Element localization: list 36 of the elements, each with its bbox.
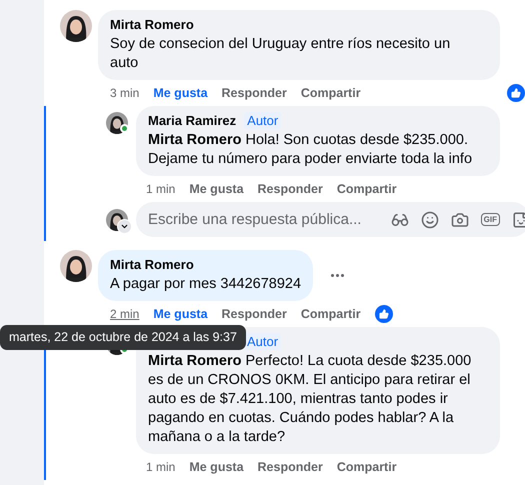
author-badge: Autor — [244, 333, 282, 350]
author-name[interactable]: Mirta Romero — [110, 16, 194, 33]
timestamp[interactable]: 1 min — [146, 182, 176, 196]
comment-text: A pagar por mes 3442678924 — [110, 275, 302, 294]
author-name[interactable]: Maria Ramirez — [148, 112, 236, 129]
author-badge: Autor — [244, 112, 282, 129]
action-link[interactable]: Me gusta — [153, 307, 208, 321]
action-link[interactable]: Responder — [258, 182, 323, 196]
reply-input-field[interactable]: Escribe una respuesta pública... GIF — [136, 202, 525, 237]
emoji-icon[interactable] — [420, 210, 439, 228]
action-link[interactable]: Compartir — [336, 182, 397, 196]
timestamp[interactable]: 2 min — [110, 307, 140, 321]
reply-text: Mirta Romero Hola! Son cuotas desde $235.000. Dejame tu número para poder enviarte toda la info — [148, 131, 474, 169]
caret-icon[interactable] — [117, 218, 132, 234]
action-link[interactable]: Me gusta — [189, 460, 244, 474]
timestamp[interactable]: 1 min — [146, 460, 176, 474]
avatar — [60, 10, 92, 42]
sticker-icon[interactable] — [512, 210, 525, 228]
action-link[interactable]: Responder — [222, 307, 287, 321]
action-link[interactable]: Compartir — [300, 86, 361, 100]
reply-text: Mirta Romero Perfecto! La cuota desde $235.000 es de un CRONOS 0KM. El anticipo para retirar el auto es de $7.421.100, mientras tanto podes ir pagando en cuotas. Cuándo podes hablar? A la mañana o a la tarde? — [148, 352, 472, 447]
avatar — [106, 112, 128, 134]
timestamp[interactable]: 3 min — [110, 86, 140, 100]
action-link[interactable]: Responder — [258, 460, 323, 474]
action-link[interactable]: Me gusta — [153, 86, 208, 100]
action-link[interactable]: Compartir — [300, 307, 361, 321]
gif-button[interactable]: GIF — [480, 213, 500, 226]
camera-icon[interactable] — [450, 210, 469, 228]
tooltip: martes, 22 de octubre de 2024 a las 9:37 — [0, 325, 246, 350]
comment-text: Soy de consecion del Uruguay entre ríos necesito un auto — [110, 35, 452, 73]
author-name[interactable]: Mirta Romero — [110, 256, 194, 273]
action-link[interactable]: Responder — [222, 86, 287, 100]
action-link[interactable]: Compartir — [336, 460, 397, 474]
action-link[interactable]: Me gusta — [189, 182, 244, 196]
more-options-icon[interactable] — [331, 274, 344, 277]
avatar — [60, 250, 92, 282]
